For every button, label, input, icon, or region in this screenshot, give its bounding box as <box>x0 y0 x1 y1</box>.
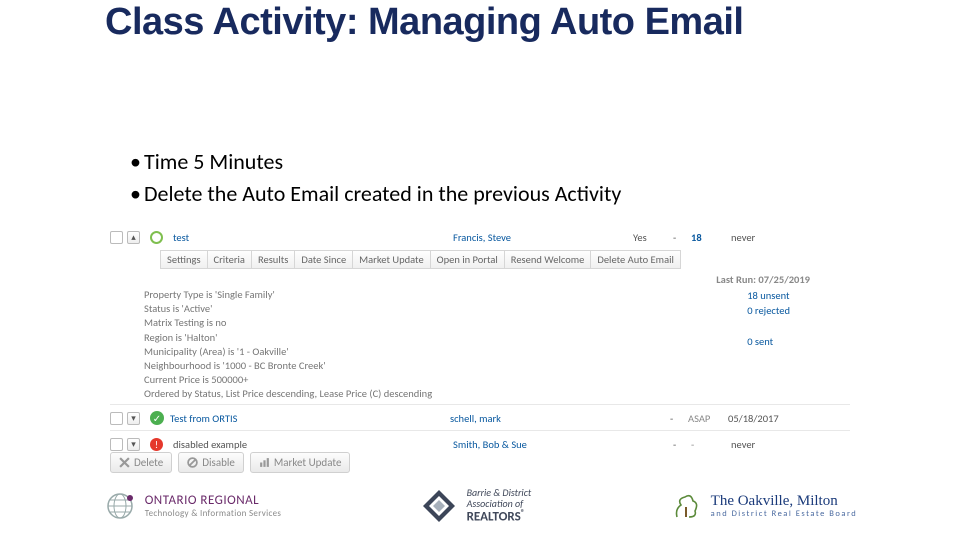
email-row[interactable]: ▾ ✓ Test from ORTIS schell, mark - ASAP … <box>110 409 850 427</box>
criteria-line: Region is 'Halton' <box>144 331 432 345</box>
email-last: never <box>731 231 811 244</box>
delete-button[interactable]: Delete <box>110 452 172 473</box>
status-icon: ! <box>150 438 163 451</box>
email-contact[interactable]: schell, mark <box>450 412 630 425</box>
stat-sent[interactable]: 0 sent <box>747 334 790 349</box>
logo-line: REALTORS® <box>467 509 532 524</box>
email-concierge: Yes <box>633 231 673 244</box>
status-icon: ✓ <box>150 411 164 425</box>
stat-unsent[interactable]: 18 unsent <box>747 288 790 303</box>
button-label: Market Update <box>274 456 342 469</box>
tab-results[interactable]: Results <box>251 250 294 269</box>
bullet-text: Time 5 Minutes <box>144 148 283 175</box>
barrie-realtors-logo: Barrie & District Association of REALTOR… <box>419 486 532 526</box>
x-icon <box>119 457 130 468</box>
last-run-label: Last Run: 07/25/2019 <box>110 273 850 286</box>
button-label: Disable <box>202 456 235 469</box>
screenshot-panel: ▴ test Francis, Steve Yes - 18 never Set… <box>110 224 850 439</box>
action-bar: Delete Disable Market Update <box>110 452 350 473</box>
criteria-line: Status is 'Active' <box>144 302 432 316</box>
criteria-list: Property Type is 'Single Family' Status … <box>144 288 432 401</box>
email-name[interactable]: Test from ORTIS <box>170 412 450 425</box>
criteria-line: Current Price is 500000+ <box>144 373 432 387</box>
row-checkbox[interactable] <box>110 412 123 425</box>
detail-pane: Property Type is 'Single Family' Status … <box>110 288 850 401</box>
criteria-line: Municipality (Area) is '1 - Oakville' <box>144 345 432 359</box>
tab-delete[interactable]: Delete Auto Email <box>590 250 681 269</box>
stats-block: 18 unsent 0 rejected 0 sent <box>747 288 790 401</box>
criteria-line: Ordered by Status, List Price descending… <box>144 387 432 401</box>
email-count[interactable]: 18 <box>691 231 731 244</box>
bullet-item: •Time 5 Minutes <box>130 147 621 177</box>
email-dash: - <box>670 412 688 425</box>
ontario-regional-logo: ONTARIO REGIONAL Technology & Informatio… <box>103 489 281 523</box>
slide: Class Activity: Managing Auto Email •Tim… <box>0 0 960 540</box>
email-last: never <box>731 438 811 451</box>
email-name[interactable]: test <box>173 231 453 244</box>
logo-title: ONTARIO REGIONAL <box>145 493 281 508</box>
tree-icon <box>669 489 703 523</box>
row-checkbox[interactable] <box>110 438 123 451</box>
logo-subtitle: and District Real Estate Board <box>711 510 858 519</box>
chart-icon <box>259 457 270 468</box>
logo-subtitle: Technology & Information Services <box>145 508 281 519</box>
footer-logos: ONTARIO REGIONAL Technology & Informatio… <box>0 486 960 526</box>
market-update-button[interactable]: Market Update <box>250 452 351 473</box>
button-label: Delete <box>134 456 163 469</box>
tab-resend[interactable]: Resend Welcome <box>504 250 591 269</box>
row-checkbox[interactable] <box>110 231 123 244</box>
email-row[interactable]: ▴ test Francis, Steve Yes - 18 never <box>110 228 850 246</box>
diamond-icon <box>419 486 459 526</box>
oakville-logo: The Oakville, Milton and District Real E… <box>669 489 858 523</box>
disable-button[interactable]: Disable <box>178 452 244 473</box>
criteria-line: Property Type is 'Single Family' <box>144 288 432 302</box>
detail-tabs: Settings Criteria Results Date Since Mar… <box>160 250 850 269</box>
expand-toggle[interactable]: ▾ <box>127 438 140 451</box>
email-last: 05/18/2017 <box>728 412 808 425</box>
email-contact[interactable]: Smith, Bob & Sue <box>453 438 633 451</box>
email-count: - <box>691 438 731 451</box>
email-name: disabled example <box>173 438 453 451</box>
stat-rejected[interactable]: 0 rejected <box>747 303 790 318</box>
criteria-line: Neighbourhood is '1000 - BC Bronte Creek… <box>144 359 432 373</box>
logo-title: The Oakville, Milton <box>711 493 858 510</box>
expand-toggle[interactable]: ▴ <box>127 231 140 244</box>
tab-settings[interactable]: Settings <box>160 250 207 269</box>
criteria-line: Matrix Testing is no <box>144 316 432 330</box>
tab-open[interactable]: Open in Portal <box>430 250 504 269</box>
email-row[interactable]: ▾ ! disabled example Smith, Bob & Sue - … <box>110 435 850 453</box>
tab-criteria[interactable]: Criteria <box>207 250 251 269</box>
tab-datesince[interactable]: Date Since <box>294 250 352 269</box>
email-dash: - <box>673 438 691 451</box>
email-count: ASAP <box>688 412 728 425</box>
globe-icon <box>103 489 137 523</box>
status-icon <box>150 231 163 244</box>
bullet-item: •Delete the Auto Email created in the pr… <box>130 179 621 209</box>
disable-icon <box>187 457 198 468</box>
bullet-list: •Time 5 Minutes •Delete the Auto Email c… <box>130 147 621 212</box>
slide-title: Class Activity: Managing Auto Email <box>105 2 870 42</box>
tab-market[interactable]: Market Update <box>352 250 430 269</box>
email-dash: - <box>673 231 691 244</box>
email-contact[interactable]: Francis, Steve <box>453 231 633 244</box>
expand-toggle[interactable]: ▾ <box>127 412 140 425</box>
bullet-text: Delete the Auto Email created in the pre… <box>144 180 621 207</box>
